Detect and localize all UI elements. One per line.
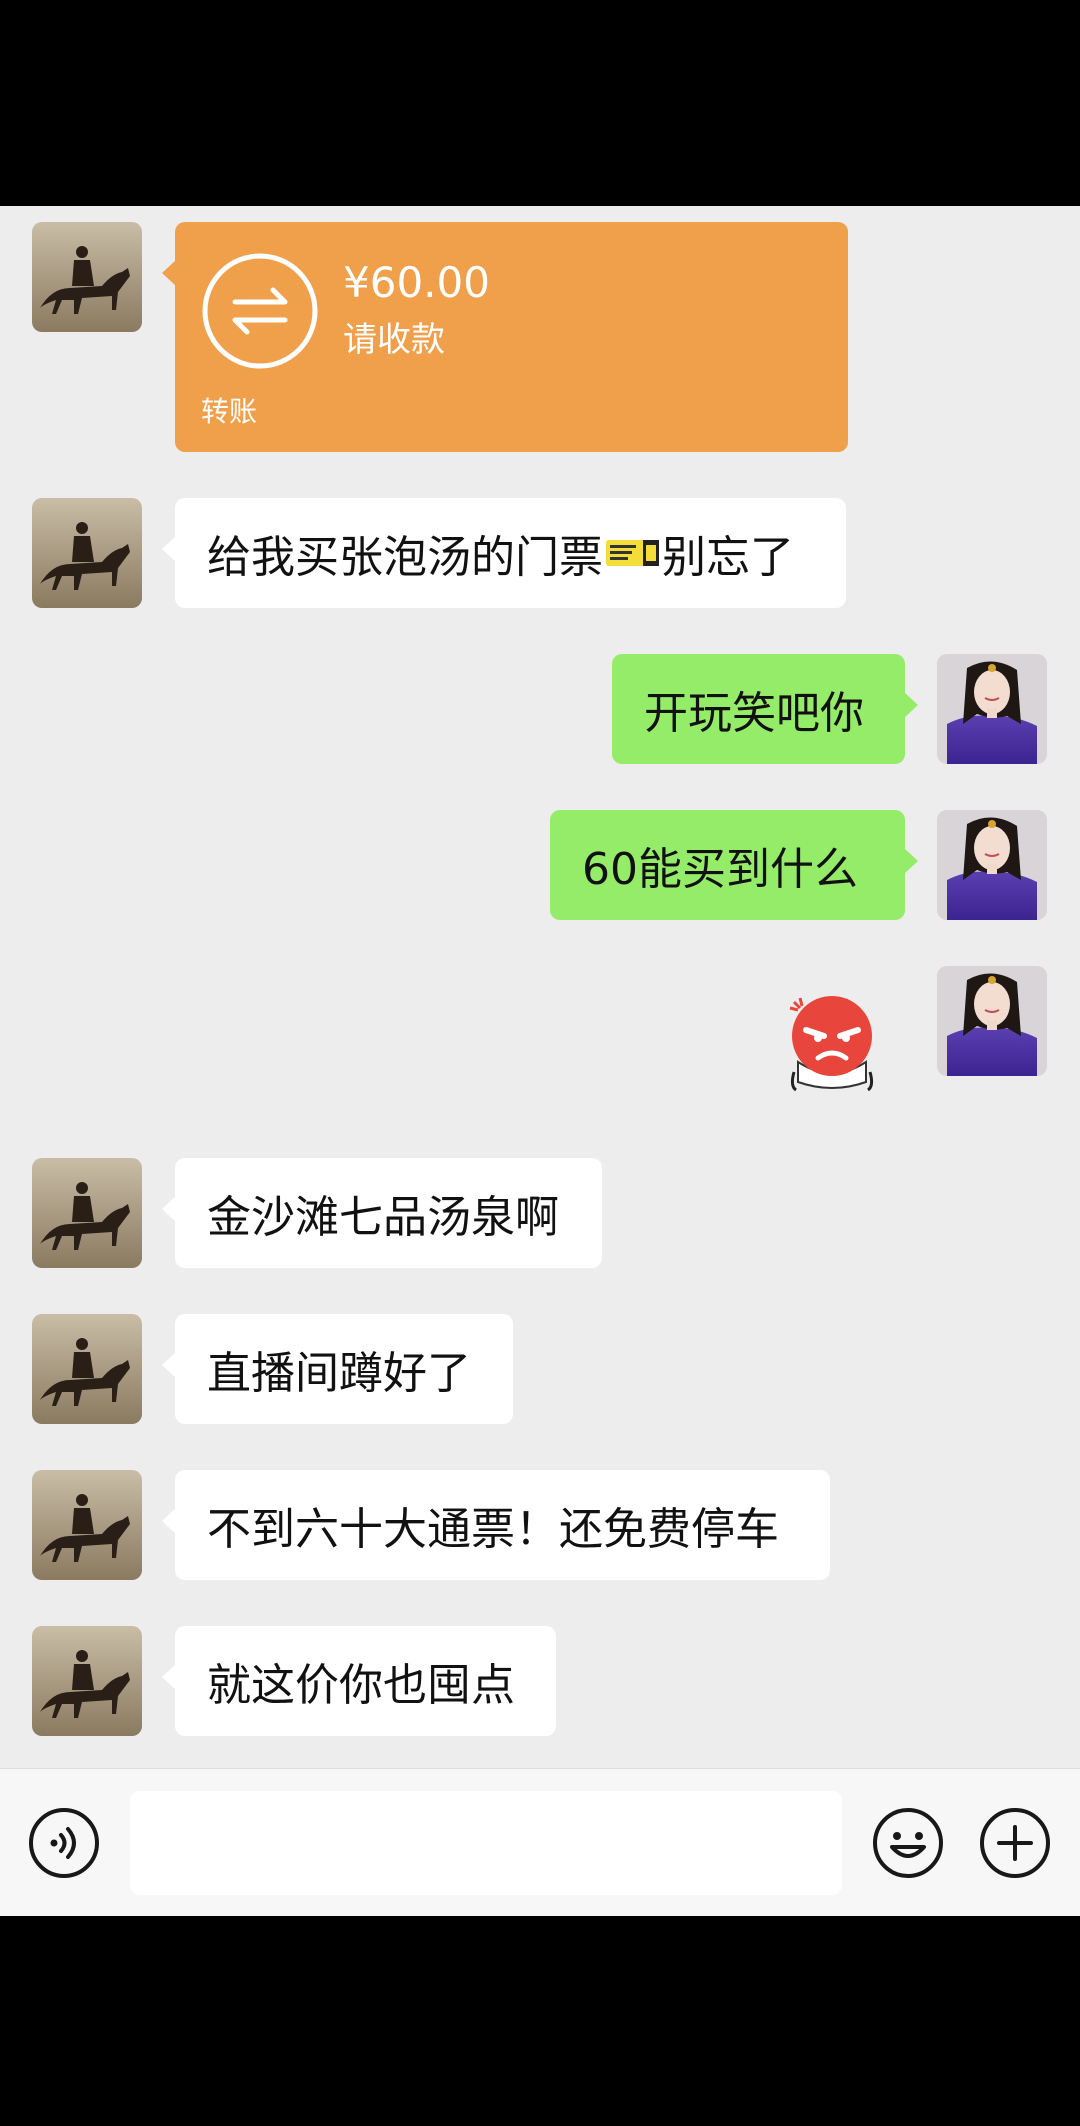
message-text: 金沙滩七品汤泉啊 bbox=[207, 1192, 559, 1243]
friend-avatar[interactable] bbox=[32, 1158, 142, 1268]
message-bubble[interactable]: 不到六十大通票！还免费停车 bbox=[162, 1470, 830, 1580]
friend-avatar[interactable] bbox=[32, 1314, 142, 1424]
chat-area: ¥60.00 请收款 转账 给我买张泡汤的门票 别忘了 开玩笑吧你 60能买到什… bbox=[0, 206, 1080, 1768]
message-text: 别忘了 bbox=[662, 532, 794, 583]
message-text: 不到六十大通票！还免费停车 bbox=[207, 1504, 779, 1555]
friend-avatar[interactable] bbox=[32, 1626, 142, 1736]
message-bubble[interactable]: 60能买到什么 bbox=[550, 810, 918, 920]
message-bubble[interactable]: 就这价你也囤点 bbox=[162, 1626, 556, 1736]
friend-avatar[interactable] bbox=[32, 1470, 142, 1580]
message-bubble[interactable]: 直播间蹲好了 bbox=[162, 1314, 513, 1424]
voice-icon[interactable] bbox=[28, 1807, 100, 1879]
plus-icon[interactable] bbox=[979, 1807, 1051, 1879]
message-bubble[interactable]: 给我买张泡汤的门票 别忘了 bbox=[162, 498, 846, 608]
message-text: 60能买到什么 bbox=[582, 844, 858, 895]
friend-avatar[interactable] bbox=[32, 222, 142, 332]
message-input[interactable] bbox=[130, 1791, 842, 1895]
concert-ticket-emoji bbox=[606, 540, 659, 566]
transfer-amount: ¥60.00 bbox=[343, 258, 490, 307]
my-avatar[interactable] bbox=[937, 654, 1047, 764]
angry-face-sticker[interactable] bbox=[776, 982, 888, 1094]
message-text: 就这价你也囤点 bbox=[207, 1660, 515, 1711]
message-text: 开玩笑吧你 bbox=[644, 688, 864, 739]
message-bubble[interactable]: 开玩笑吧你 bbox=[612, 654, 918, 764]
my-avatar[interactable] bbox=[937, 810, 1047, 920]
transfer-card[interactable]: ¥60.00 请收款 转账 bbox=[162, 222, 848, 452]
input-bar bbox=[0, 1768, 1080, 1916]
transfer-arrows-icon bbox=[202, 253, 318, 369]
transfer-label: 转账 bbox=[201, 395, 258, 428]
message-text: 给我买张泡汤的门票 bbox=[207, 532, 603, 583]
transfer-status: 请收款 bbox=[343, 320, 445, 360]
my-avatar[interactable] bbox=[937, 966, 1047, 1076]
friend-avatar[interactable] bbox=[32, 498, 142, 608]
message-bubble[interactable]: 金沙滩七品汤泉啊 bbox=[162, 1158, 602, 1268]
message-text: 直播间蹲好了 bbox=[207, 1348, 471, 1399]
emoji-icon[interactable] bbox=[872, 1807, 944, 1879]
